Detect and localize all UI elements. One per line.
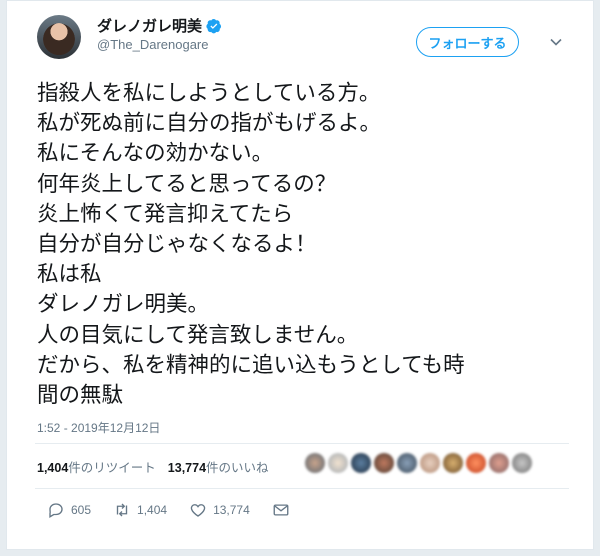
envelope-icon: [273, 504, 289, 516]
liker-avatar[interactable]: [374, 453, 394, 473]
retweets-stat[interactable]: 1,404件のリツイート: [37, 457, 156, 476]
divider: [35, 488, 569, 489]
verified-badge-icon: [206, 18, 222, 33]
likes-stat[interactable]: 13,774件のいいね: [168, 457, 269, 476]
retweets-count: 1,404: [37, 461, 69, 475]
tweet-line: 私にそんなの効かない。: [37, 141, 274, 167]
retweet-icon: [116, 503, 128, 517]
liker-avatar[interactable]: [305, 453, 325, 473]
tweet-line: 指殺人を私にしようとしている方。: [37, 81, 381, 106]
chevron-down-icon[interactable]: [549, 35, 563, 49]
liker-avatar[interactable]: [466, 453, 486, 473]
tweet-card: ダレノガレ明美 @The_Darenogare フォローする 指殺人を私にしよう…: [6, 0, 594, 550]
tweet-timestamp[interactable]: 1:52 - 2019年12月12日: [37, 419, 160, 436]
retweet-count: 1,404: [137, 503, 168, 517]
reply-count: 605: [71, 503, 92, 517]
liker-avatar[interactable]: [420, 453, 440, 473]
liker-avatar[interactable]: [489, 453, 509, 473]
tweet-line: 炎上怖くて発言抑えてたら: [37, 201, 294, 227]
reply-button[interactable]: 605: [47, 501, 91, 519]
tweet-line: ダレノガレ明美。: [37, 292, 210, 318]
tweet-text: 指殺人を私にしようとしている方。 私が死ぬ前に自分の指がもげるよ。 私にそんなの…: [37, 79, 587, 411]
liker-avatar[interactable]: [512, 453, 532, 473]
likes-label: 件のいいね: [206, 461, 269, 475]
tweet-line: 私が死ぬ前に自分の指がもげるよ。: [37, 111, 382, 137]
liker-avatar[interactable]: [443, 453, 463, 473]
retweet-button[interactable]: 1,404: [113, 501, 167, 519]
follow-button[interactable]: フォローする: [416, 27, 519, 57]
divider: [35, 443, 569, 444]
tweet-line: 人の目気にして発言致しません。: [37, 322, 359, 348]
like-count: 13,774: [213, 503, 250, 517]
tweet-line: 自分が自分じゃなくなるよ！: [37, 232, 317, 258]
tweet-line: だから、私を精神的に追い込もうとしても時: [37, 352, 465, 378]
heart-icon: [190, 504, 206, 517]
liker-avatar[interactable]: [351, 453, 371, 473]
avatar[interactable]: [37, 15, 81, 59]
direct-message-button[interactable]: [272, 501, 290, 519]
liker-avatar[interactable]: [328, 453, 348, 473]
liker-avatars: [305, 453, 532, 473]
tweet-line: 間の無駄: [37, 383, 124, 409]
tweet-line: 私は私: [37, 262, 102, 288]
liker-avatar[interactable]: [397, 453, 417, 473]
likes-count: 13,774: [167, 461, 207, 475]
tweet-line: 何年炎上してると思ってるの？: [37, 171, 337, 197]
tweet-actions: 605 1,404 13,774: [47, 501, 312, 519]
like-button[interactable]: 13,774: [189, 501, 250, 519]
display-name[interactable]: ダレノガレ明美: [97, 15, 222, 36]
reply-icon: [49, 503, 63, 518]
screen-name[interactable]: @The_Darenogare: [97, 37, 208, 52]
tweet-stats: 1,404件のリツイート 13,774件のいいね: [37, 457, 269, 476]
display-name-text: ダレノガレ明美: [97, 18, 203, 35]
retweets-label: 件のリツイート: [68, 461, 156, 475]
